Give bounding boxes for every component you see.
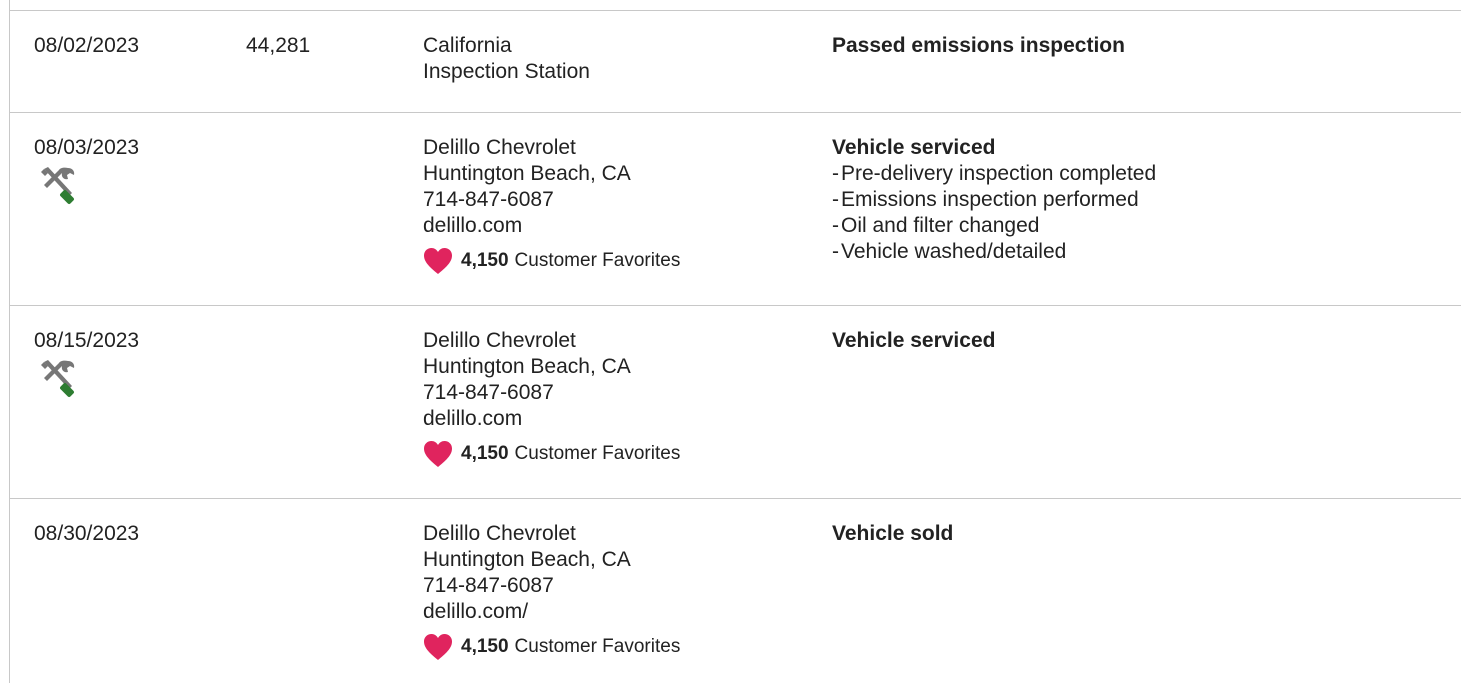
record-details: Vehicle sold — [832, 521, 953, 547]
dealer-phone[interactable]: 714-847-6087 — [423, 187, 680, 213]
customer-favorites: 4,150 Customer Favorites — [423, 440, 680, 468]
heart-icon — [424, 248, 452, 274]
record-date-cell: 08/15/2023 — [34, 328, 139, 398]
record-date-cell: 08/03/2023 — [34, 135, 139, 205]
record-source: California Inspection Station — [423, 33, 590, 85]
dealer-location: Huntington Beach, CA — [423, 162, 631, 185]
favorites-label: Customer Favorites — [514, 443, 681, 464]
heart-icon — [424, 634, 452, 660]
customer-favorites: 4,150 Customer Favorites — [423, 247, 680, 275]
favorites-count: 4,150 — [461, 636, 509, 657]
detail-text: Vehicle washed/detailed — [841, 240, 1067, 263]
source-line: Inspection Station — [423, 60, 590, 83]
dealer-website[interactable]: delillo.com — [423, 406, 680, 432]
record-details: Vehicle serviced -Pre-delivery inspectio… — [832, 135, 1156, 265]
dealer-name: Delillo Chevrolet — [423, 329, 576, 352]
table-row: 08/15/2023 Delillo Chevrolet Huntington … — [10, 306, 1461, 499]
dealer-name: Delillo Chevrolet — [423, 136, 576, 159]
customer-favorites: 4,150 Customer Favorites — [423, 633, 680, 661]
favorites-count: 4,150 — [461, 250, 509, 271]
record-mileage: 44,281 — [246, 34, 311, 57]
record-source: Delillo Chevrolet Huntington Beach, CA 7… — [423, 521, 680, 661]
favorites-label: Customer Favorites — [514, 636, 681, 657]
record-date: 08/03/2023 — [34, 136, 140, 159]
record-source: Delillo Chevrolet Huntington Beach, CA 7… — [423, 328, 680, 468]
source-line: California — [423, 34, 512, 57]
record-date: 08/15/2023 — [34, 329, 140, 352]
wrench-screwdriver-icon — [41, 360, 75, 397]
record-headline: Vehicle sold — [832, 522, 954, 545]
table-row: 08/03/2023 Delillo Chevrolet Huntington … — [10, 113, 1461, 306]
record-details: Vehicle serviced — [832, 328, 995, 354]
detail-item: -Emissions inspection performed — [832, 188, 1139, 211]
record-date: 08/02/2023 — [34, 34, 140, 57]
history-table: 08/02/2023 44,281 California Inspection … — [9, 0, 1461, 683]
detail-item: -Vehicle washed/detailed — [832, 240, 1067, 263]
detail-item: -Oil and filter changed — [832, 214, 1040, 237]
detail-text: Oil and filter changed — [841, 214, 1040, 237]
table-row: 08/02/2023 44,281 California Inspection … — [10, 11, 1461, 113]
dealer-website[interactable]: delillo.com — [423, 213, 680, 239]
detail-item: -Pre-delivery inspection completed — [832, 162, 1157, 185]
dealer-name: Delillo Chevrolet — [423, 522, 576, 545]
record-date: 08/30/2023 — [34, 522, 140, 545]
dealer-phone[interactable]: 714-847-6087 — [423, 380, 680, 406]
detail-text: Emissions inspection performed — [841, 188, 1139, 211]
detail-text: Pre-delivery inspection completed — [841, 162, 1157, 185]
heart-icon — [424, 441, 452, 467]
favorites-count: 4,150 — [461, 443, 509, 464]
record-details: Passed emissions inspection — [832, 33, 1125, 59]
record-headline: Vehicle serviced — [832, 329, 996, 352]
table-row: 08/30/2023 Delillo Chevrolet Huntington … — [10, 499, 1461, 683]
dealer-website[interactable]: delillo.com/ — [423, 599, 680, 625]
dealer-location: Huntington Beach, CA — [423, 548, 631, 571]
favorites-label: Customer Favorites — [514, 250, 681, 271]
record-headline: Vehicle serviced — [832, 136, 996, 159]
dealer-location: Huntington Beach, CA — [423, 355, 631, 378]
record-headline: Passed emissions inspection — [832, 34, 1125, 57]
dealer-phone[interactable]: 714-847-6087 — [423, 573, 680, 599]
record-source: Delillo Chevrolet Huntington Beach, CA 7… — [423, 135, 680, 275]
wrench-screwdriver-icon — [41, 167, 75, 204]
